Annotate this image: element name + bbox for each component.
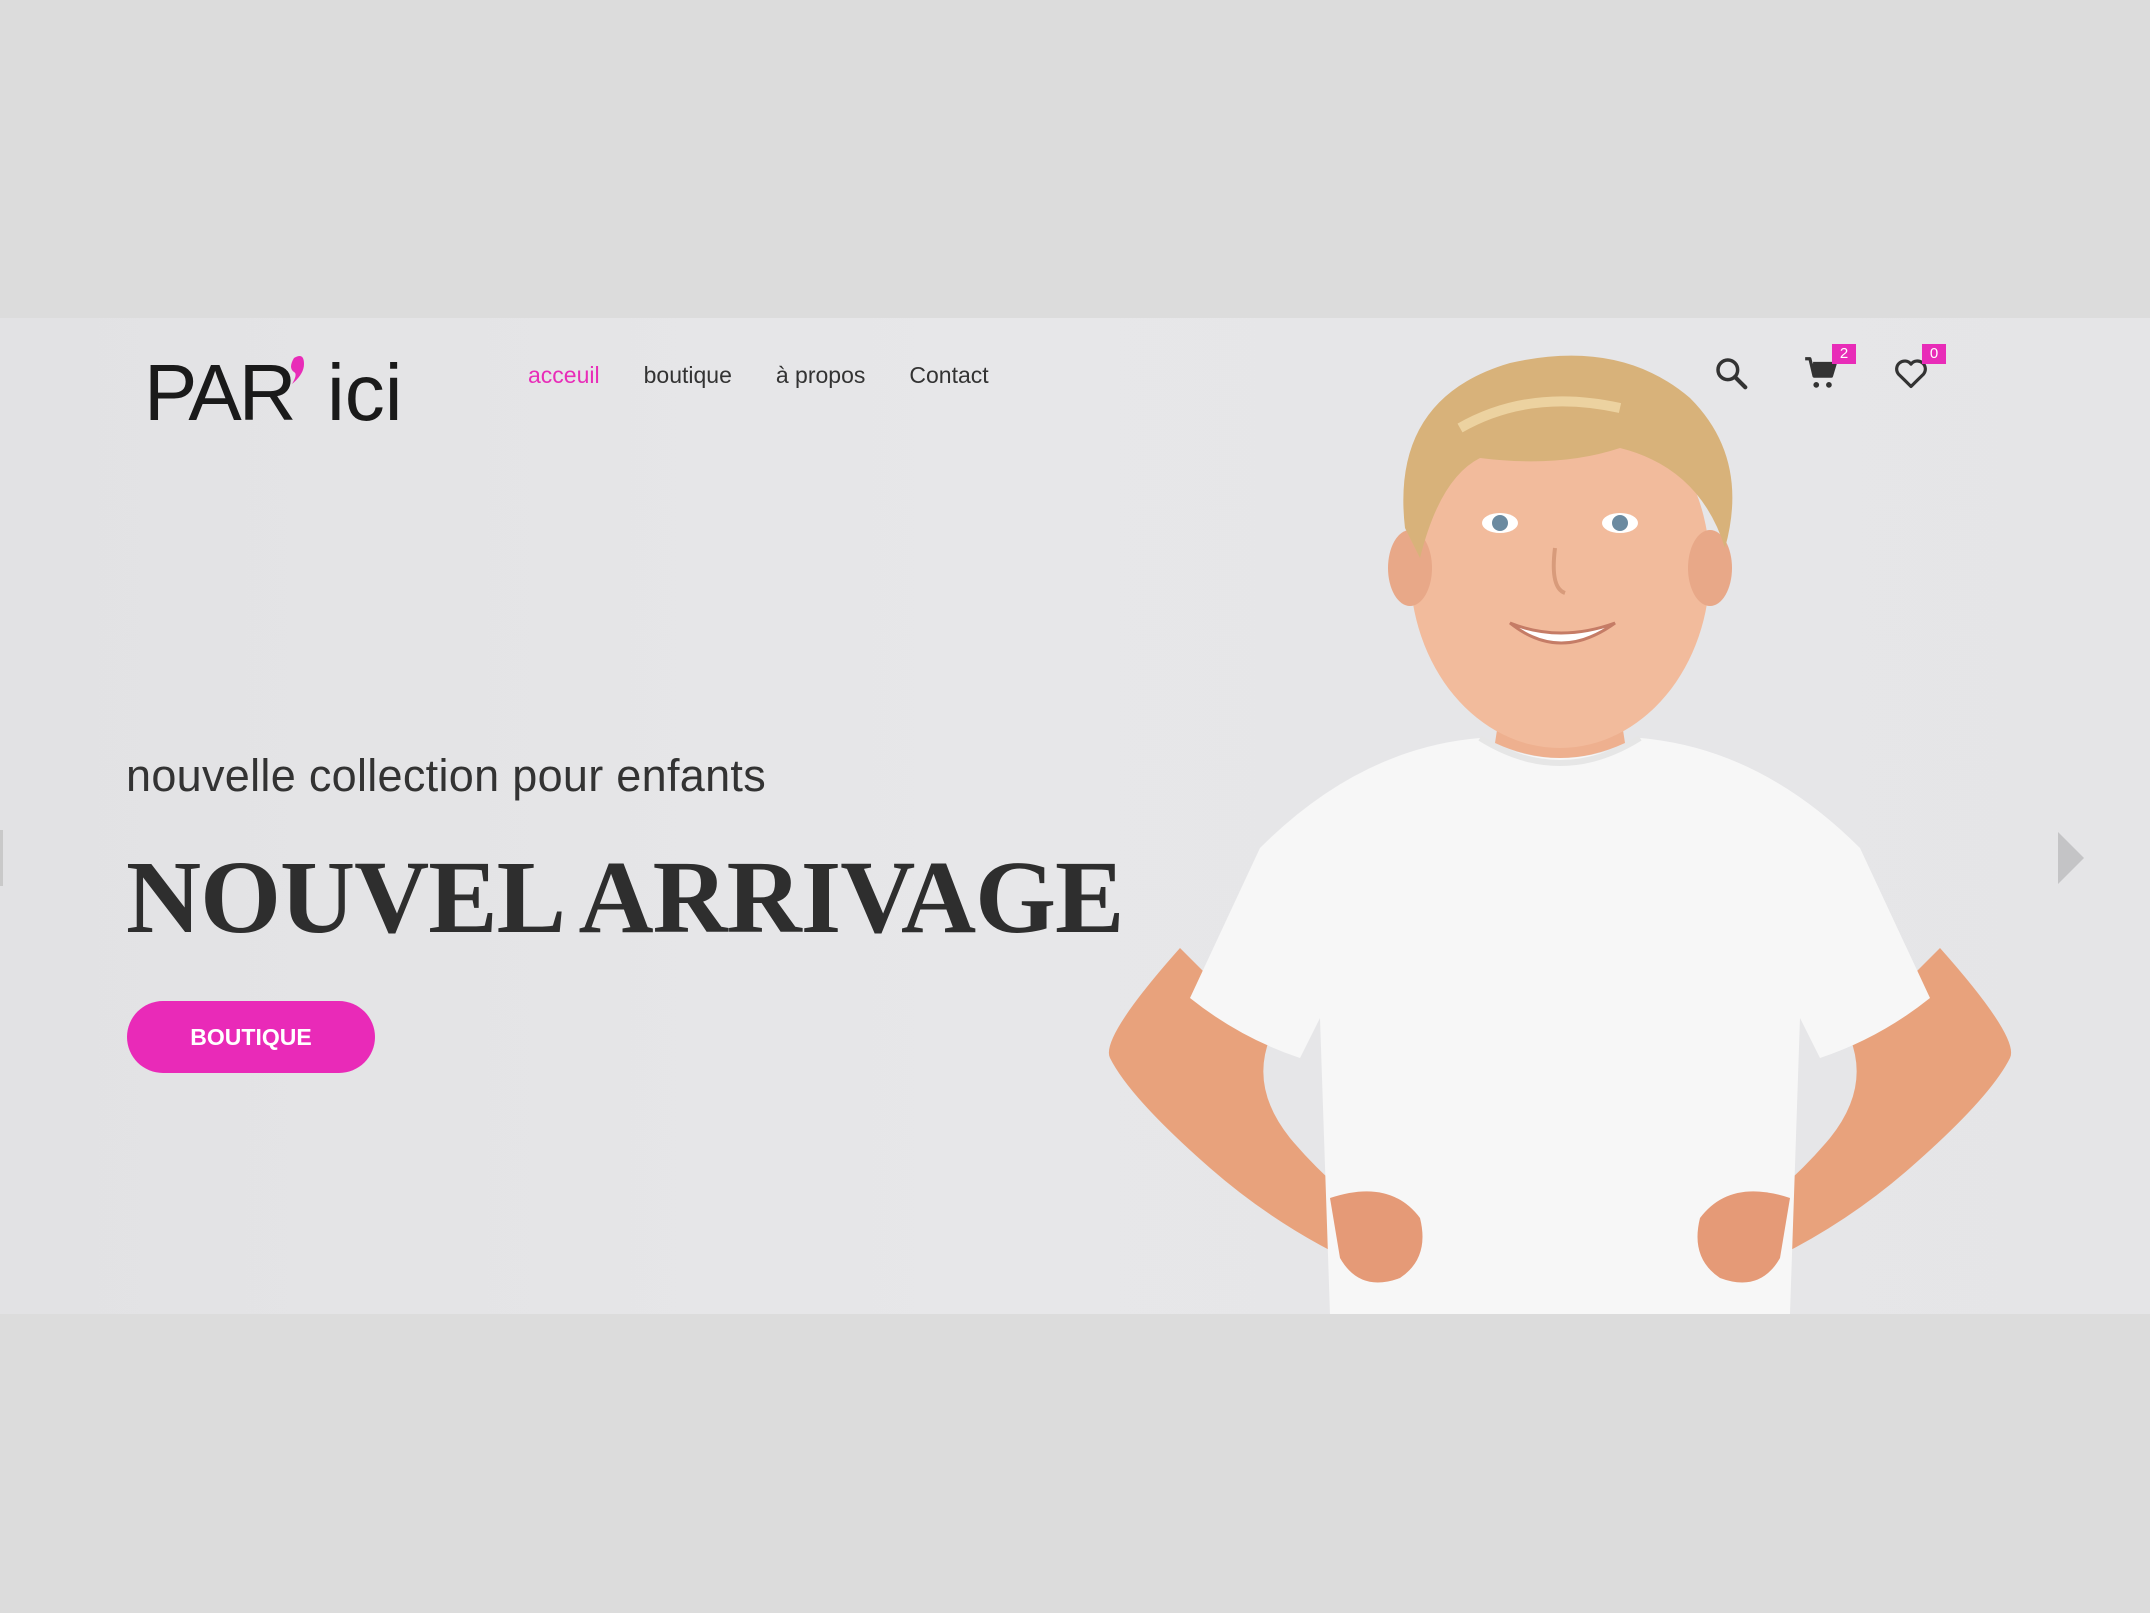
site-logo[interactable]: PAR ici [144,340,414,440]
hero-title: NOUVEL ARRIVAGE [126,840,1124,955]
slider-prev-arrow[interactable] [0,830,6,886]
nav-item-acceuil[interactable]: acceuil [528,362,600,389]
hero-banner: PAR ici acceuil boutique à propos Contac… [0,318,2150,1314]
nav-item-contact[interactable]: Contact [909,362,988,389]
hero-child-photo [1108,355,2012,1314]
slider-next-arrow[interactable] [2056,830,2086,886]
svg-text:ici: ici [327,348,403,437]
nav-item-a-propos[interactable]: à propos [776,362,866,389]
hero-subtitle: nouvelle collection pour enfants [126,750,767,801]
nav-item-boutique[interactable]: boutique [644,362,732,389]
svg-text:PAR: PAR [144,348,294,437]
main-nav: acceuil boutique à propos Contact [528,362,989,389]
shop-button[interactable]: BOUTIQUE [127,1001,375,1073]
